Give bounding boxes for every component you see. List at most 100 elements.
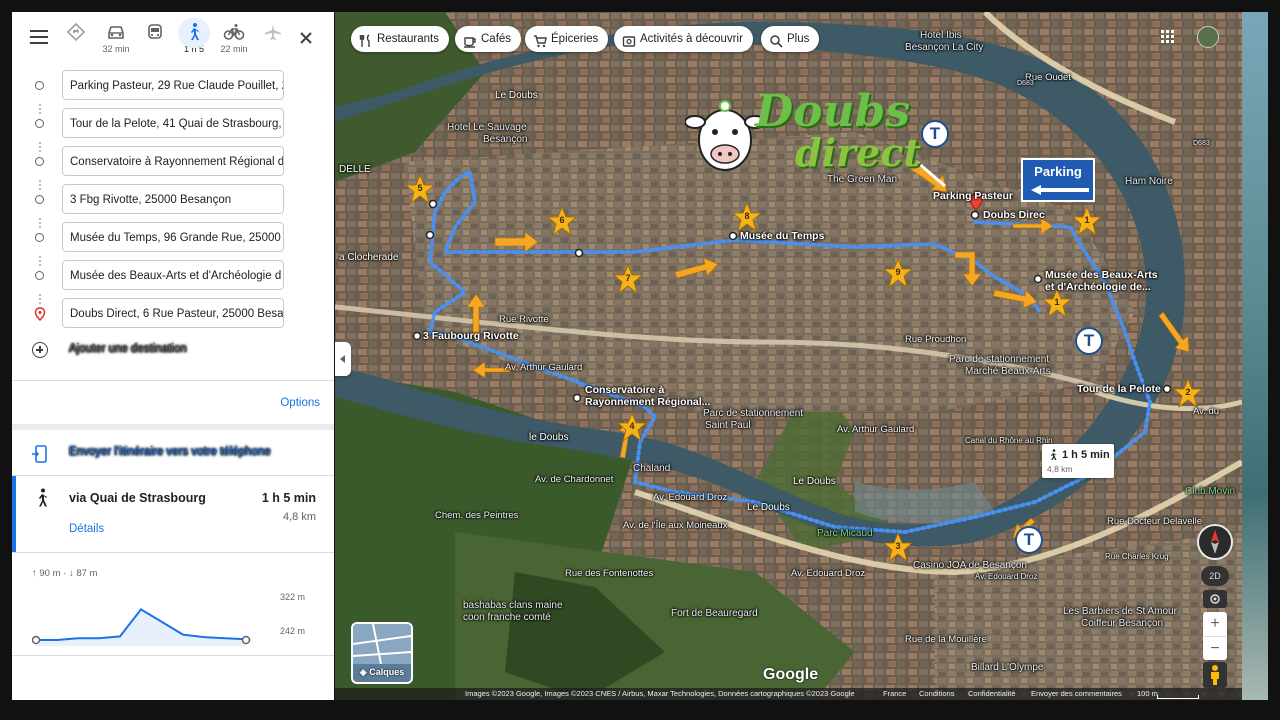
stop-dot-icon (35, 271, 44, 280)
tram-stop-icon[interactable]: T (1015, 526, 1043, 554)
map-label: Le Doubs (747, 502, 790, 513)
map-label: Besançon (483, 134, 528, 145)
walk-icon (1048, 448, 1058, 460)
cart-icon (533, 32, 547, 48)
waypoint-star-icon: 9 (882, 257, 914, 289)
map-label: Rue Proudhon (905, 334, 967, 345)
stop-dot-icon (35, 157, 44, 166)
stop-input[interactable]: 3 Fbg Rivotte, 25000 Besançon (62, 184, 284, 214)
send-to-phone-row[interactable]: Envoyer l'itinéraire vers votre téléphon… (12, 432, 334, 474)
tram-stop-icon[interactable]: T (921, 120, 949, 148)
compass-icon[interactable] (1197, 524, 1233, 560)
map-label: Canal du Rhône au Rhin (965, 436, 1053, 445)
account-avatar[interactable] (1197, 26, 1219, 48)
map-label: Rue Charles Krug (1105, 552, 1169, 561)
map-label: Parking Pasteur (933, 190, 1013, 202)
map-label: Musée des Beaux-Arts (1045, 269, 1158, 281)
attribution-link[interactable]: Confidentialité (968, 688, 1016, 700)
collapse-panel-button[interactable] (335, 342, 351, 376)
google-logo: Google (763, 666, 819, 683)
route-distance: 4,8 km (282, 511, 316, 523)
parking-sign-label: Parking (1034, 164, 1082, 179)
directions-icon (65, 22, 87, 42)
mode-best[interactable] (58, 22, 94, 55)
details-link[interactable]: Détails (69, 523, 104, 535)
zoom-control: + − (1203, 612, 1227, 660)
walk-icon (183, 22, 205, 42)
stop-input[interactable]: Musée des Beaux-Arts et d'Archéologie d (62, 260, 284, 290)
ticket-icon (622, 32, 636, 47)
my-location-icon[interactable] (1203, 590, 1227, 608)
attribution-link[interactable]: Conditions (919, 688, 954, 700)
stop-dot-icon (35, 119, 44, 128)
tram-stop-icon[interactable]: T (1075, 327, 1103, 355)
chip-plus[interactable]: Plus (761, 26, 820, 52)
elevation-chart (32, 608, 251, 646)
apps-grid-icon[interactable] (1161, 30, 1175, 44)
map-label: Doubs Direc (983, 209, 1045, 221)
map-label: Parc de stationnement (949, 354, 1050, 365)
waypoint-star-icon: 7 (612, 263, 644, 295)
chip-epiceries[interactable]: Épiceries (525, 26, 609, 52)
chip-cafes[interactable]: Cafés (455, 26, 522, 52)
map-label: Rue Docteur Delavelle (1107, 516, 1203, 527)
chip-label: Restaurants (377, 33, 440, 45)
layers-thumbnail (353, 624, 411, 665)
search-icon (769, 32, 783, 48)
add-destination-button[interactable]: Ajouter une destination (32, 342, 322, 362)
phone-icon (32, 445, 48, 463)
map-label: Le Doubs (495, 90, 538, 101)
stop-dot-icon (35, 233, 44, 242)
attribution-bar: Images ©2023 Google, Images ©2023 CNES /… (335, 688, 1242, 700)
route-tip-distance: 4,8 km (1047, 464, 1073, 474)
selected-indicator (12, 476, 16, 552)
transit-icon (144, 22, 166, 42)
mode-walk[interactable]: 1 h 5 (176, 18, 212, 55)
route-option[interactable]: via Quai de Strasbourg 1 h 5 min 4,8 km … (12, 476, 334, 552)
map-view[interactable]: Restaurants Cafés Épiceries Activités à … (335, 12, 1242, 700)
stop-input[interactable]: Parking Pasteur, 29 Rue Claude Pouillet,… (62, 70, 284, 100)
stop-input[interactable]: Conservatoire à Rayonnement Régional d (62, 146, 284, 176)
stop-input[interactable]: Musée du Temps, 96 Grande Rue, 25000 (62, 222, 284, 252)
map-label: Chem. des Peintres (435, 510, 519, 521)
zoom-in-button[interactable]: + (1203, 612, 1227, 636)
chip-restaurants[interactable]: Restaurants (351, 26, 450, 52)
cow-icon (685, 100, 765, 171)
street-view-pegman-icon[interactable] (1203, 662, 1227, 688)
mode-flight[interactable] (255, 22, 291, 55)
mode-bike[interactable]: 22 min (216, 22, 252, 55)
map-label: Av. Arthur Gaulard (505, 362, 583, 373)
destination-input[interactable]: Doubs Direct, 6 Rue Pasteur, 25000 Besa (62, 298, 284, 328)
stop-input[interactable]: Tour de la Pelote, 41 Quai de Strasbourg… (62, 108, 284, 138)
chip-label: Cafés (481, 33, 512, 45)
map-label: Tour de la Pelote (1077, 383, 1161, 395)
zoom-out-button[interactable]: − (1203, 636, 1227, 661)
mode-transit[interactable] (137, 22, 173, 55)
plane-icon (262, 22, 284, 42)
map-label: Rayonnement Régional... (585, 396, 711, 408)
left-arrow-icon (1031, 185, 1089, 195)
map-label: Musée du Temps (740, 230, 825, 242)
attribution-link[interactable]: Envoyer des commentaires (1031, 688, 1122, 700)
divider (12, 424, 334, 430)
stop-row: Parking Pasteur, 29 Rue Claude Pouillet,… (12, 70, 334, 102)
attribution-link[interactable]: France (883, 688, 906, 700)
map-label: Av. Edouard Droz (791, 568, 866, 579)
map-label: Rue des Fontenottes (565, 568, 654, 579)
map-label: Les Barbiers de St Amour (1063, 606, 1177, 617)
chip-activites[interactable]: Activités à découvrir (614, 26, 753, 52)
mode-car[interactable]: 32 min (98, 22, 134, 55)
view-2d-toggle[interactable]: 2D (1201, 566, 1229, 586)
map-label: a Clocherade (339, 252, 399, 263)
stop-row: Musée des Beaux-Arts et d'Archéologie d (12, 260, 334, 292)
map-label: Billard L'Olympe (971, 662, 1044, 673)
waypoint-star-icon: 1 (1071, 205, 1103, 237)
waypoint-star-icon: 5 (404, 173, 436, 205)
close-icon[interactable] (298, 30, 314, 46)
elevation-stats: ↑ 90 m · ↓ 87 m (32, 568, 98, 579)
route-duration-callout[interactable]: 1 h 5 min 4,8 km (1042, 444, 1114, 478)
layers-button[interactable]: ◈ Calques (351, 622, 413, 684)
menu-icon[interactable] (30, 30, 48, 44)
walk-icon (34, 488, 50, 508)
options-link[interactable]: Options (280, 397, 320, 409)
